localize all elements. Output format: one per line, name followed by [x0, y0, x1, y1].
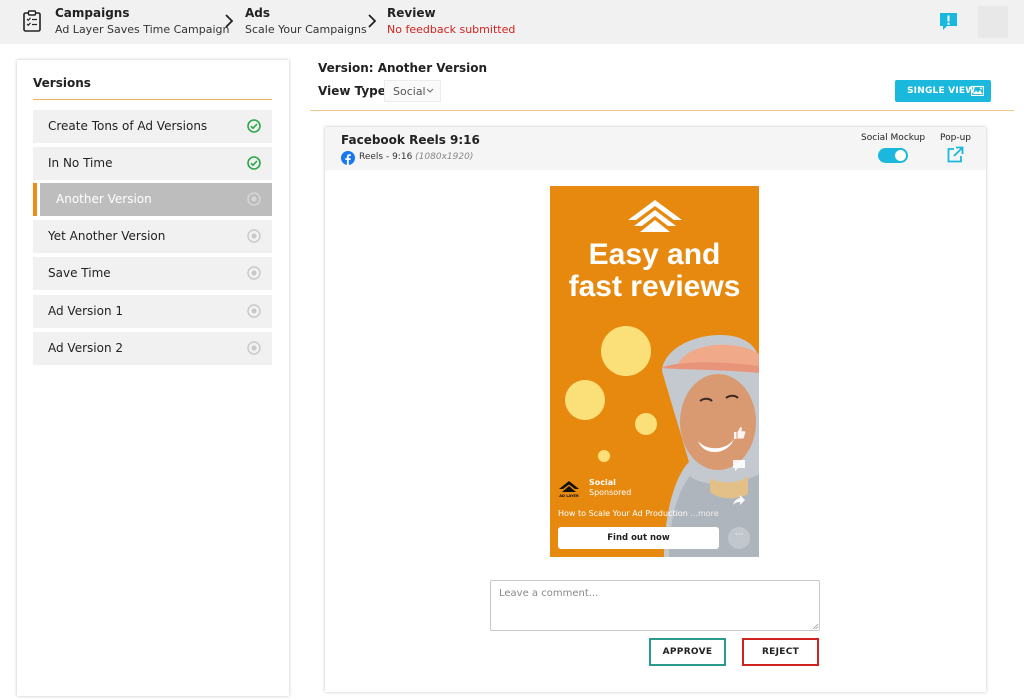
- version-item[interactable]: Create Tons of Ad Versions: [33, 110, 272, 143]
- check-circle-icon: [247, 119, 261, 133]
- user-menu-placeholder[interactable]: [978, 6, 1008, 38]
- active-indicator: [33, 183, 37, 216]
- placement-format: Reels - 9:16 (1080x1920): [359, 152, 473, 162]
- breadcrumb-title: Campaigns: [55, 6, 130, 20]
- version-item[interactable]: In No Time: [33, 147, 272, 180]
- chevron-right-icon: [225, 14, 234, 28]
- breadcrumb-campaigns[interactable]: Campaigns Ad Layer Saves Time Campaign: [55, 6, 230, 38]
- format-label: Reels - 9:16: [359, 152, 413, 162]
- pending-circle-icon: [247, 192, 261, 206]
- ad-sponsored-label: Sponsored: [589, 488, 632, 497]
- feedback-alert-icon[interactable]: [938, 11, 959, 32]
- versions-title: Versions: [33, 76, 91, 90]
- brand-avatar-icon: AD LAYER: [559, 481, 579, 498]
- like-icon: [734, 427, 746, 439]
- chevron-right-icon: [368, 14, 377, 28]
- ad-caption-text: How to Scale Your Ad Production: [558, 509, 688, 518]
- versions-panel: Versions Create Tons of Ad Versions In N…: [17, 60, 289, 696]
- version-item[interactable]: Yet Another Version: [33, 220, 272, 253]
- toggle-knob: [895, 150, 906, 161]
- view-type-value: Social: [393, 85, 426, 98]
- version-label: Ad Version 1: [48, 304, 124, 318]
- facebook-icon: [341, 151, 355, 165]
- breadcrumb-review: Review No feedback submitted: [387, 6, 515, 38]
- version-label: Another Version: [56, 192, 152, 206]
- version-item-active[interactable]: Another Version: [33, 183, 272, 216]
- external-link-icon[interactable]: [946, 146, 964, 164]
- ad-headline-line: fast reviews: [568, 270, 741, 303]
- comment-icon: [733, 460, 745, 471]
- ad-more-button: ···: [728, 527, 750, 549]
- pending-circle-icon: [247, 229, 261, 243]
- format-dimensions: (1080x1920): [415, 152, 474, 162]
- pending-circle-icon: [247, 341, 261, 355]
- ad-preview: Easy and fast reviews AD LAYER Social Sp…: [550, 186, 759, 557]
- ad-cta-button: Find out now: [558, 527, 719, 549]
- chevron-down-icon: [426, 88, 434, 93]
- breadcrumb-title: Ads: [245, 6, 271, 20]
- clipboard-checklist-icon: [23, 10, 41, 32]
- version-label: In No Time: [48, 156, 113, 170]
- breadcrumb-title: Review: [387, 6, 436, 20]
- version-label: Create Tons of Ad Versions: [48, 119, 208, 133]
- divider: [33, 99, 272, 100]
- version-label: Save Time: [48, 266, 111, 280]
- ad-brand-name: Social: [589, 478, 616, 487]
- ad-logo-icon: [628, 200, 682, 232]
- version-item[interactable]: Save Time: [33, 257, 272, 290]
- image-icon: [971, 85, 984, 96]
- version-item[interactable]: Ad Version 1: [33, 295, 272, 328]
- brand-logo-text: AD LAYER: [559, 494, 579, 498]
- ad-caption-more: ...more: [690, 509, 719, 518]
- version-label: Ad Version 2: [48, 341, 124, 355]
- divider: [310, 110, 1014, 111]
- breadcrumb-subtitle: Ad Layer Saves Time Campaign: [55, 23, 230, 36]
- popup-label: Pop-up: [940, 133, 971, 143]
- preview-card-header: Facebook Reels 9:16 Reels - 9:16 (1080x1…: [325, 127, 986, 170]
- approve-button[interactable]: APPROVE: [649, 638, 726, 666]
- social-mockup-label: Social Mockup: [861, 133, 926, 143]
- ad-headline-line: Easy and: [588, 238, 721, 271]
- top-bar: Campaigns Ad Layer Saves Time Campaign A…: [0, 0, 1024, 44]
- breadcrumb-ads[interactable]: Ads Scale Your Campaigns: [245, 6, 367, 38]
- ad-headline: Easy and fast reviews: [550, 239, 759, 303]
- comment-input[interactable]: [490, 580, 820, 631]
- pending-circle-icon: [247, 304, 261, 318]
- reject-button[interactable]: REJECT: [742, 638, 819, 666]
- breadcrumb-subtitle: Scale Your Campaigns: [245, 23, 367, 36]
- view-type-select[interactable]: Social: [384, 80, 441, 102]
- check-circle-icon: [247, 156, 261, 170]
- resize-grip-icon[interactable]: [812, 623, 819, 630]
- version-heading: Version: Another Version: [318, 61, 488, 75]
- single-view-button[interactable]: SINGLE VIEW: [895, 80, 991, 102]
- share-icon: [733, 495, 745, 505]
- social-mockup-toggle[interactable]: [878, 148, 908, 163]
- version-label: Yet Another Version: [48, 229, 166, 243]
- single-view-label: SINGLE VIEW: [907, 86, 976, 96]
- view-type-label: View Type: [318, 84, 386, 98]
- placement-title: Facebook Reels 9:16: [341, 133, 480, 147]
- feedback-status: No feedback submitted: [387, 23, 516, 36]
- ad-caption: How to Scale Your Ad Production ...more: [558, 509, 719, 518]
- preview-card: Facebook Reels 9:16 Reels - 9:16 (1080x1…: [325, 127, 986, 692]
- pending-circle-icon: [247, 266, 261, 280]
- version-item[interactable]: Ad Version 2: [33, 332, 272, 365]
